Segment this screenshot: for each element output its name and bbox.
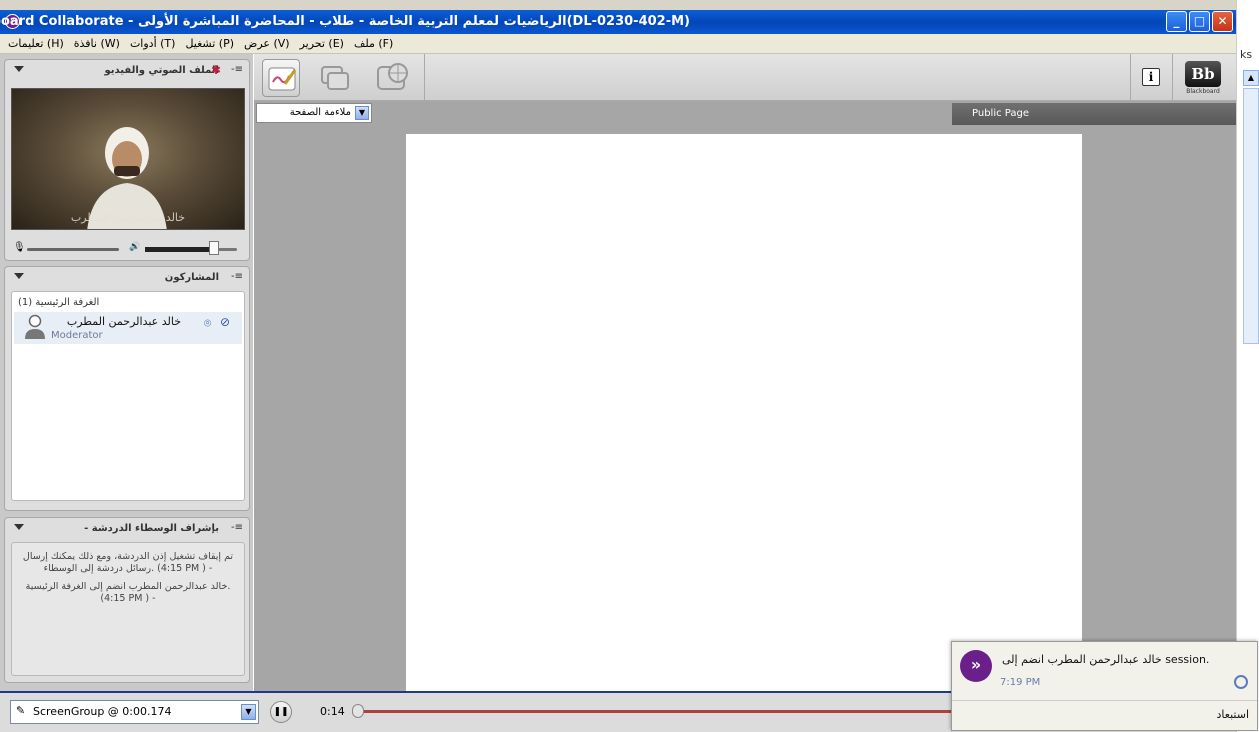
participant-row[interactable]: خالد عبدالرحمن المطرب Moderator ⌾ ⊘	[14, 312, 242, 344]
dismiss-button[interactable]: استبعاد	[1217, 708, 1249, 721]
whiteboard-tool-button[interactable]	[262, 59, 300, 97]
blackboard-logo: Bb	[1185, 61, 1221, 87]
toolbar-divider	[424, 54, 425, 100]
participants-panel-header: المشاركون -≡	[5, 267, 249, 289]
info-icon[interactable]: i	[1142, 68, 1160, 86]
collapse-triangle-icon[interactable]	[14, 524, 24, 530]
panel-title: - بإشراف الوسطاء الدردشة	[84, 523, 219, 534]
recording-select[interactable]: ✎ ScreenGroup @ 0:00.174 ▼	[10, 700, 259, 724]
panel-menu-icon[interactable]: -≡	[231, 522, 243, 533]
chat-panel: - بإشراف الوسطاء الدردشة -≡ تم إيقاف تشغ…	[4, 517, 250, 683]
panel-menu-icon[interactable]: -≡	[231, 64, 243, 75]
web-tour-icon	[377, 63, 408, 90]
whiteboard-area: ملاءمة الصفحة ▼ Public Page	[254, 101, 1236, 691]
toolbar-divider	[1172, 54, 1173, 100]
participants-panel: المشاركون -≡ (1) الغرفة الرئيسية خالد عب…	[4, 266, 250, 511]
participant-name: خالد عبدالرحمن المطرب	[66, 315, 181, 328]
panel-menu-icon[interactable]: -≡	[231, 271, 243, 282]
menu-play[interactable]: تشغيل (P)	[185, 37, 234, 50]
timer-icon	[1234, 675, 1248, 689]
join-notification: » خالد عبدالرحمن المطرب انضم إلى session…	[951, 641, 1258, 731]
menu-view[interactable]: عرض (V)	[244, 37, 290, 50]
chat-message: تم إيقاف تشغيل إذن الدردشة، ومع ذلك يمكن…	[22, 551, 234, 574]
notification-message: خالد عبدالرحمن المطرب انضم إلى session.	[1002, 653, 1210, 666]
background-window-text: ks	[1240, 48, 1253, 61]
video-caption: خالد عبدالرحمن المطرب	[70, 211, 186, 224]
application-share-icon	[321, 66, 349, 90]
whiteboard-page[interactable]	[406, 134, 1082, 691]
collaborate-logo-icon: »	[960, 650, 992, 682]
content-toolbar: i Bb Blackboard	[254, 54, 1236, 101]
zoom-select-value: ملاءمة الصفحة	[289, 107, 351, 118]
speaker-volume-fill	[145, 247, 214, 252]
video-feed: خالد عبدالرحمن المطرب	[11, 88, 245, 230]
recording-name: ScreenGroup @ 0:00.174	[33, 705, 172, 718]
zoom-select[interactable]: ملاءمة الصفحة ▼	[256, 103, 372, 123]
background-window-edge: ks ▲	[1236, 0, 1259, 732]
pencil-icon: ✎	[16, 704, 26, 717]
app-share-tool-button[interactable]	[316, 59, 354, 97]
chat-panel-header: - بإشراف الوسطاء الدردشة -≡	[5, 518, 249, 540]
title-bar[interactable]: » Blackboard Collaborate - الرياضيات لمع…	[0, 10, 1236, 34]
audio-video-panel-header: الملف الصوتي والفيديو ✱ -≡	[5, 60, 249, 82]
microphone-off-icon: ⊘	[220, 315, 231, 329]
page-tab[interactable]: Public Page	[952, 103, 1236, 125]
scroll-up-icon[interactable]: ▲	[1243, 70, 1259, 86]
playback-progress-track[interactable]	[352, 710, 952, 713]
audio-controls: 🎙 🔊	[11, 240, 245, 258]
speaker-icon: 🔊	[129, 242, 141, 252]
web-tour-tool-button[interactable]	[374, 59, 412, 97]
scrollbar-thumb[interactable]	[1243, 88, 1259, 344]
menu-items: ملف (F) تحرير (E) عرض (V) تشغيل (P) أدوا…	[8, 37, 393, 50]
window-title: Blackboard Collaborate - الرياضيات لمعلم…	[0, 14, 690, 29]
left-panels-column: الملف الصوتي والفيديو ✱ -≡ خالد عبدالرحم…	[0, 54, 253, 692]
mic-level-slider[interactable]	[27, 248, 119, 251]
notification-divider	[952, 700, 1257, 701]
panel-title: المشاركون	[164, 272, 219, 283]
audio-video-panel: الملف الصوتي والفيديو ✱ -≡ خالد عبدالرحم…	[4, 59, 250, 261]
user-avatar-icon	[25, 314, 45, 339]
pause-button[interactable]: ❚❚	[270, 701, 292, 723]
whiteboard-icon	[268, 67, 297, 91]
notification-time: 7:19 PM	[1000, 677, 1041, 688]
menu-window[interactable]: نافذة (W)	[74, 37, 120, 50]
collapse-triangle-icon[interactable]	[14, 66, 24, 72]
menu-file[interactable]: ملف (F)	[354, 37, 393, 50]
collapse-triangle-icon[interactable]	[14, 273, 24, 279]
room-label: (1) الغرفة الرئيسية	[18, 297, 100, 308]
playback-progress-thumb[interactable]	[352, 704, 364, 718]
menu-help[interactable]: تعليمات (H)	[8, 37, 64, 50]
menu-bar: ملف (F) تحرير (E) عرض (V) تشغيل (P) أدوا…	[0, 34, 1236, 54]
blackboard-logo-label: Blackboard	[1186, 88, 1220, 95]
chevron-down-icon[interactable]: ▼	[355, 106, 369, 120]
minimize-button[interactable]: _	[1166, 11, 1187, 32]
settings-icon[interactable]: ✱	[211, 63, 221, 77]
toolbar-divider	[1130, 54, 1131, 100]
participants-list: (1) الغرفة الرئيسية خالد عبدالرحمن المطر…	[11, 291, 245, 501]
playback-time: 0:14	[320, 705, 345, 718]
participant-role: Moderator	[51, 330, 103, 341]
panel-title: الملف الصوتي والفيديو	[104, 65, 220, 76]
maximize-button[interactable]: □	[1189, 11, 1210, 32]
speaker-volume-thumb[interactable]	[209, 241, 219, 255]
menu-edit[interactable]: تحرير (E)	[300, 37, 344, 50]
chat-messages: تم إيقاف تشغيل إذن الدردشة، ومع ذلك يمكن…	[11, 542, 245, 676]
close-button[interactable]: ✕	[1212, 11, 1233, 32]
menu-tools[interactable]: أدوات (T)	[130, 37, 176, 50]
chat-message: خالد عبدالرحمن المطرب انضم إلى الغرفة ال…	[25, 581, 231, 604]
background-window-strip	[0, 0, 1259, 10]
microphone-icon: 🎙	[13, 242, 26, 253]
webcam-icon: ⌾	[204, 316, 212, 330]
chevron-down-icon[interactable]: ▼	[241, 704, 256, 720]
